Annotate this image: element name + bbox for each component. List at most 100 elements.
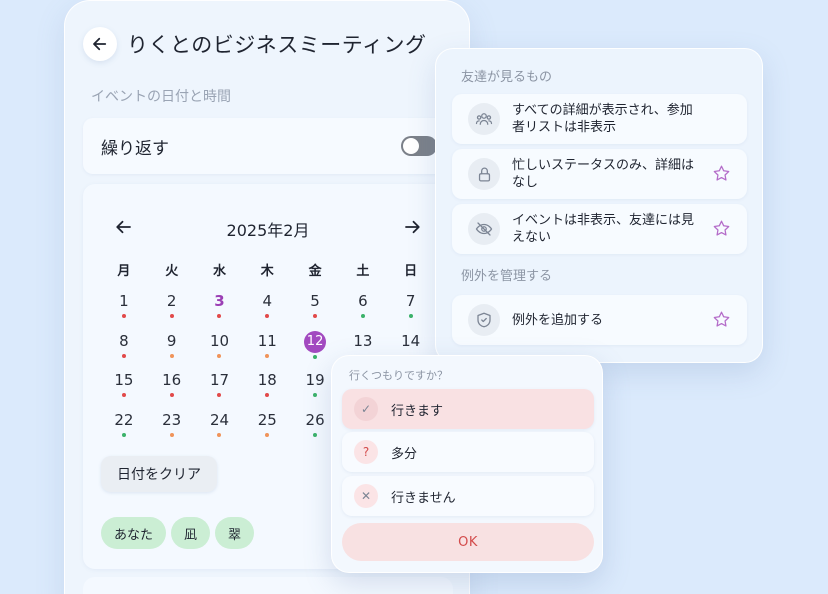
availability-dot xyxy=(169,432,174,437)
day-number: 14 xyxy=(401,331,421,350)
attendee-chips: あなた 凪 翠 xyxy=(101,517,255,549)
calendar-day[interactable]: 24 xyxy=(196,409,244,449)
availability-dot xyxy=(121,353,126,358)
availability-dot xyxy=(265,393,270,397)
calendar-day[interactable]: 17 xyxy=(196,369,244,409)
calendar-day[interactable]: 5 xyxy=(291,290,339,330)
day-number: 12 xyxy=(304,330,327,353)
availability-dot xyxy=(265,314,270,318)
availability-dot xyxy=(313,393,318,397)
availability-dot xyxy=(265,432,270,437)
calendar-day[interactable]: 1 xyxy=(100,290,148,330)
rsvp-title: 行くつもりですか？ xyxy=(349,369,448,382)
calendar-day[interactable]: 15 xyxy=(100,369,148,409)
weekday-label: 火 xyxy=(165,264,179,279)
star-icon[interactable] xyxy=(712,219,731,238)
day-number: 26 xyxy=(305,410,325,429)
day-number: 11 xyxy=(257,331,277,350)
weekday-label: 月 xyxy=(117,264,131,279)
calendar-day[interactable]: 2 xyxy=(148,290,196,330)
arrow-right-icon xyxy=(405,220,420,234)
attendee-chip[interactable]: 翠 xyxy=(215,517,255,549)
question-icon: ? xyxy=(354,440,378,464)
clear-date-button[interactable]: 日付をクリア xyxy=(101,456,217,492)
calendar-day[interactable]: 16 xyxy=(148,369,196,409)
check-icon: ✓ xyxy=(354,397,378,421)
next-month-button[interactable] xyxy=(401,216,423,238)
attendee-chip[interactable]: あなた xyxy=(101,517,167,549)
repeat-row[interactable]: 繰り返す xyxy=(83,118,453,174)
repeat-toggle[interactable] xyxy=(401,136,437,156)
back-button[interactable] xyxy=(83,27,117,61)
availability-dot xyxy=(313,314,318,318)
star-icon[interactable] xyxy=(712,164,731,183)
day-number: 7 xyxy=(405,292,416,310)
availability-dot xyxy=(121,314,126,318)
availability-dot xyxy=(217,393,222,397)
day-number: 8 xyxy=(119,331,129,350)
visibility-option-hidden[interactable]: イベントは非表示、友達には見えない xyxy=(452,204,747,254)
day-number: 24 xyxy=(209,410,230,429)
day-number: 5 xyxy=(310,292,320,310)
day-number: 16 xyxy=(162,371,182,389)
day-number: 17 xyxy=(209,371,230,389)
day-number: 4 xyxy=(262,292,273,310)
option-text: イベントは非表示、友達には見えない xyxy=(512,213,695,245)
visibility-option-busy[interactable]: 忙しいステータスのみ、詳細はなし xyxy=(452,149,747,199)
calendar-day[interactable]: 6 xyxy=(339,290,387,330)
day-number: 1 xyxy=(119,292,129,310)
star-icon[interactable] xyxy=(712,310,731,329)
day-number: 25 xyxy=(257,410,277,429)
arrow-left-icon xyxy=(93,37,107,51)
month-label: 2025年2月 xyxy=(226,221,310,240)
section-label-date-time: イベントの日付と時間 xyxy=(91,89,231,105)
availability-dot xyxy=(360,314,365,318)
calendar-day[interactable]: 25 xyxy=(243,409,291,449)
calendar-day[interactable]: 7 xyxy=(387,290,435,330)
day-number: 18 xyxy=(257,371,277,389)
calendar-day[interactable]: 3 xyxy=(196,290,244,330)
lock-icon xyxy=(468,158,500,190)
day-number: 22 xyxy=(114,410,134,429)
availability-dot xyxy=(121,432,126,437)
rsvp-option-going[interactable]: ✓ 行きます xyxy=(342,389,594,429)
calendar-day[interactable]: 9 xyxy=(148,330,196,370)
option-text: すべての詳細が表示され、参加者リストは非表示 xyxy=(512,103,693,135)
rsvp-option-maybe[interactable]: ? 多分 xyxy=(342,432,594,472)
calendar-day[interactable]: 23 xyxy=(148,409,196,449)
availability-dot xyxy=(265,353,270,358)
shield-icon xyxy=(468,304,500,336)
rsvp-option-not-going[interactable]: ✕ 行きません xyxy=(342,476,594,516)
rsvp-label: 行きません xyxy=(391,490,456,506)
visibility-option-full[interactable]: すべての詳細が表示され、参加者リストは非表示 xyxy=(452,94,747,144)
day-number: 10 xyxy=(209,331,230,350)
calendar-day[interactable]: 10 xyxy=(196,330,244,370)
calendar-day[interactable]: 12 xyxy=(291,330,339,370)
attendee-chip[interactable]: 凪 xyxy=(171,517,211,549)
availability-dot xyxy=(313,432,318,437)
day-number: 3 xyxy=(214,292,225,310)
availability-dot xyxy=(217,353,222,358)
availability-dot xyxy=(169,314,174,318)
day-number: 13 xyxy=(353,331,373,350)
day-number: 19 xyxy=(305,371,325,389)
weekday-label: 日 xyxy=(404,264,418,279)
calendar-day[interactable]: 11 xyxy=(243,330,291,370)
day-number: 2 xyxy=(166,292,177,310)
calendar-day[interactable]: 22 xyxy=(100,409,148,449)
calendar-nav: 2025年2月 xyxy=(83,212,453,242)
add-exception-option[interactable]: 例外を追加する xyxy=(452,295,747,345)
day-number: 23 xyxy=(162,410,182,429)
weekday-label: 金 xyxy=(308,264,322,279)
option-text: 忙しいステータスのみ、詳細はなし xyxy=(512,158,695,190)
calendar-day[interactable]: 18 xyxy=(243,369,291,409)
ok-button[interactable]: OK xyxy=(342,523,594,561)
calendar-day[interactable]: 4 xyxy=(243,290,291,330)
weekday-label: 木 xyxy=(260,264,274,279)
availability-dot xyxy=(313,354,318,359)
toggle-knob xyxy=(403,138,419,154)
rsvp-label: 行きます xyxy=(391,403,444,419)
next-section-card xyxy=(83,577,453,594)
x-icon: ✕ xyxy=(354,484,378,508)
calendar-day[interactable]: 8 xyxy=(100,330,148,370)
